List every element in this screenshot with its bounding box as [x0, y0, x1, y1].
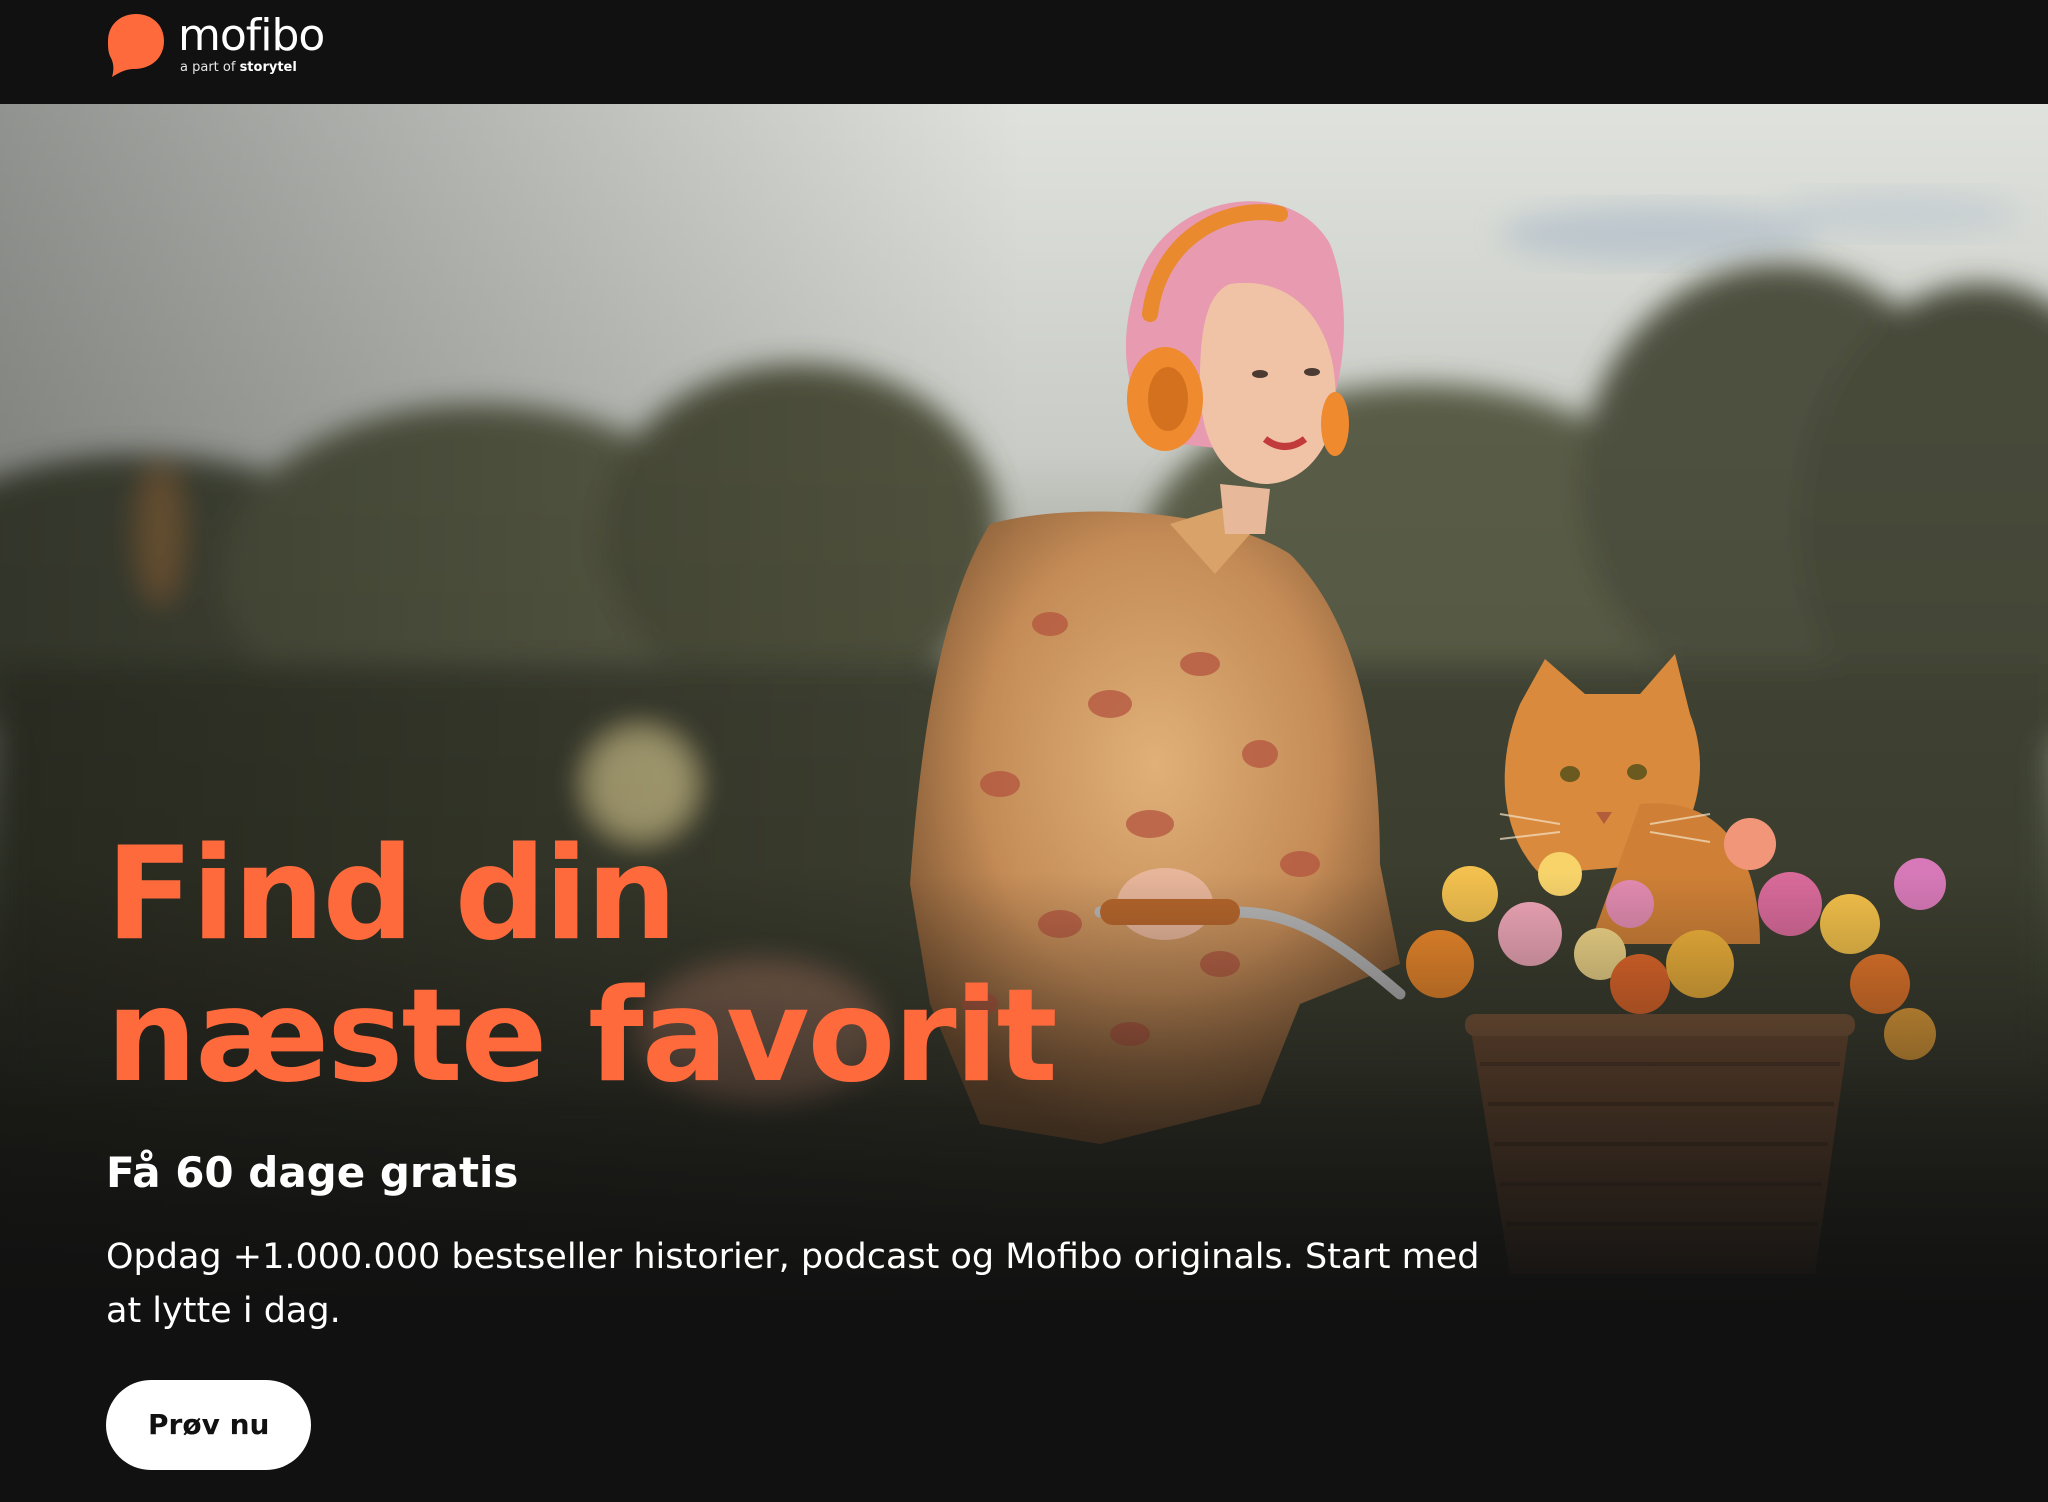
- speech-bubble-logo-icon: [108, 14, 164, 77]
- page: mofibo a part of storytel Find din næste…: [0, 0, 2048, 1502]
- mofibo-logo[interactable]: mofibo a part of storytel: [106, 10, 325, 82]
- hero-description: Opdag +1.000.000 bestseller historier, p…: [106, 1237, 1480, 1331]
- hero-section: Find din næste favorit Få 60 dage gratis…: [0, 104, 2048, 1502]
- hero-copy: Find din næste favorit Få 60 dage gratis…: [106, 824, 1526, 1470]
- hero-subheadline: Få 60 dage gratis: [106, 1148, 519, 1197]
- logo-text: mofibo a part of storytel: [178, 10, 325, 76]
- logo-tagline-prefix: a part of: [180, 60, 236, 75]
- try-now-button[interactable]: Prøv nu: [106, 1380, 312, 1470]
- top-bar: mofibo a part of storytel: [0, 0, 2048, 104]
- hero-headline: Find din næste favorit: [106, 820, 1058, 1111]
- logo-tagline: a part of storytel: [180, 60, 324, 75]
- logo-wordmark: mofibo: [178, 10, 325, 61]
- logo-tagline-brand: storytel: [239, 60, 297, 75]
